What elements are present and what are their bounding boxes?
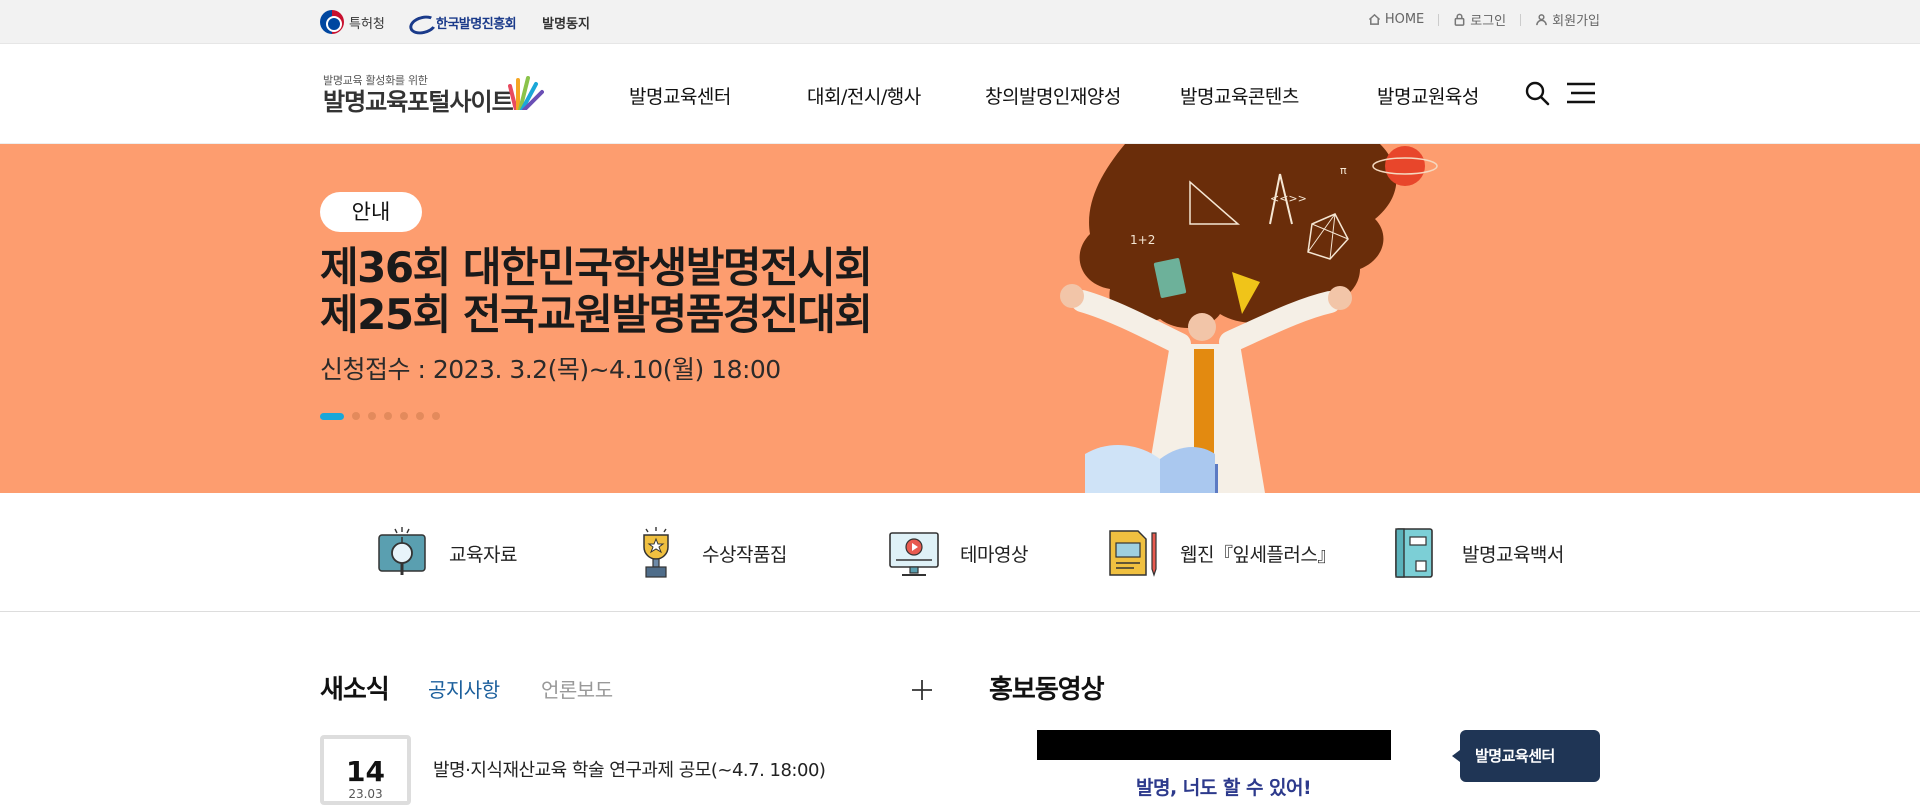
site-header: 발명교육 활성화를 위한 발명교육포털사이트 발명교육센터 대회/전시/행사 창…	[0, 44, 1920, 144]
join-link[interactable]: 회원가입	[1535, 10, 1600, 29]
quick-link-theme-videos[interactable]: 테마영상	[886, 525, 1028, 581]
slide-dot-3[interactable]	[368, 412, 376, 420]
news-month: 23.03	[348, 787, 383, 801]
divider	[1520, 13, 1522, 26]
hero-title-line2: 제25회 전국교원발명품경진대회	[320, 290, 873, 339]
book-magnifier-icon	[378, 527, 426, 575]
whitepaper-book-icon	[1395, 528, 1433, 578]
quick-links: 교육자료 수상작품집 테마영상 웹진『잎세플러스』 발명교육백서	[0, 493, 1920, 612]
kipo-label: 특허청	[349, 16, 385, 32]
government-emblem-icon	[320, 10, 344, 34]
hero-subtitle: 신청접수 : 2023. 3.2(목)~4.10(월) 18:00	[320, 355, 781, 384]
quick-link-label: 웹진『잎세플러스』	[1180, 543, 1336, 566]
slide-dot-6[interactable]	[416, 412, 424, 420]
search-icon[interactable]	[1524, 80, 1550, 106]
join-label: 회원가입	[1552, 14, 1600, 29]
tab-press[interactable]: 언론보도	[541, 674, 613, 703]
home-icon	[1368, 13, 1380, 25]
slide-dot-7[interactable]	[432, 412, 440, 420]
slide-dot-5[interactable]	[400, 412, 408, 420]
login-link[interactable]: 로그인	[1453, 10, 1506, 29]
nav-creative-talent[interactable]: 창의발명인재양성	[985, 82, 1121, 109]
svg-text:1+2: 1+2	[1130, 233, 1155, 247]
quick-link-label: 교육자료	[449, 543, 517, 566]
lock-icon	[1454, 13, 1465, 26]
tab-notices[interactable]: 공지사항	[428, 674, 500, 703]
quick-link-label: 수상작품집	[702, 543, 787, 566]
kipa-label: 한국발명진흥회	[435, 16, 517, 32]
kipa-mark-icon	[409, 13, 433, 31]
promo-video-title: 홍보동영상	[989, 675, 1105, 705]
nav-invention-edu-center[interactable]: 발명교육센터	[629, 82, 731, 109]
video-channel-chip[interactable]: 발명교육센터	[1452, 730, 1600, 782]
quick-link-edu-materials[interactable]: 교육자료	[375, 525, 517, 581]
hamburger-menu-icon[interactable]	[1566, 82, 1596, 104]
trophy-icon	[643, 527, 669, 578]
slide-dot-4[interactable]	[384, 412, 392, 420]
login-label: 로그인	[1470, 14, 1507, 29]
hero-title: 제36회 대한민국학생발명전시회 제25회 전국교원발명품경진대회	[320, 243, 873, 339]
slide-dot-2[interactable]	[352, 412, 360, 420]
video-monitor-icon	[889, 532, 939, 576]
svg-text:π: π	[1340, 164, 1347, 177]
logo-fan-icon	[508, 76, 544, 110]
quick-link-label: 테마영상	[960, 543, 1028, 566]
logo-tagline: 발명교육 활성화를 위한	[323, 74, 428, 87]
webzine-icon	[1109, 530, 1157, 577]
user-icon	[1536, 14, 1548, 26]
svg-text:<<>>: <<>>	[1270, 192, 1307, 205]
quick-link-webzine[interactable]: 웹진『잎세플러스』	[1106, 525, 1336, 581]
partner-logos: 특허청 한국발명진흥회 발명동지	[320, 9, 590, 35]
news-list-item[interactable]: 발명·지식재산교육 학술 연구과제 공모(~4.7. 18:00)	[433, 756, 826, 782]
home-label: HOME	[1384, 12, 1425, 27]
balmyung-label: 발명동지	[542, 16, 590, 32]
top-utility-bar: 특허청 한국발명진흥회 발명동지 HOME 로그인 회원가입	[0, 0, 1920, 44]
slide-pagination	[320, 412, 440, 420]
nav-edu-contents[interactable]: 발명교육콘텐츠	[1180, 82, 1299, 109]
quick-link-label: 발명교육백서	[1462, 543, 1564, 566]
nav-teacher-training[interactable]: 발명교원육성	[1377, 82, 1479, 109]
slide-dot-1[interactable]	[320, 412, 344, 420]
quick-link-whitepaper[interactable]: 발명교육백서	[1388, 525, 1564, 581]
news-day: 14	[346, 755, 385, 788]
kipo-logo-link[interactable]: 특허청	[320, 10, 385, 34]
kipa-logo-link[interactable]: 한국발명진흥회	[409, 13, 517, 32]
video-thumbnail-bar[interactable]	[1037, 730, 1391, 760]
scientist-illustration: 1+2 <<>> π	[1060, 144, 1438, 493]
hero-banner[interactable]: 안내 제36회 대한민국학생발명전시회 제25회 전국교원발명품경진대회 신청접…	[0, 144, 1920, 493]
logo-name: 발명교육포털사이트	[323, 88, 514, 116]
hero-title-line1: 제36회 대한민국학생발명전시회	[320, 243, 873, 292]
hero-badge: 안내	[320, 192, 422, 232]
utility-links: HOME 로그인 회원가입	[1368, 10, 1600, 29]
more-plus-icon[interactable]	[910, 678, 934, 702]
nav-contests-events[interactable]: 대회/전시/행사	[807, 82, 921, 109]
quick-link-award-works[interactable]: 수상작품집	[628, 525, 787, 581]
news-section-title: 새소식	[320, 675, 390, 705]
home-link[interactable]: HOME	[1368, 12, 1424, 27]
site-logo[interactable]: 발명교육 활성화를 위한 발명교육포털사이트	[323, 72, 544, 116]
balmyung-logo-link[interactable]: 발명동지	[542, 13, 590, 32]
divider	[1438, 13, 1440, 26]
news-date-box: 14 23.03	[320, 735, 411, 805]
